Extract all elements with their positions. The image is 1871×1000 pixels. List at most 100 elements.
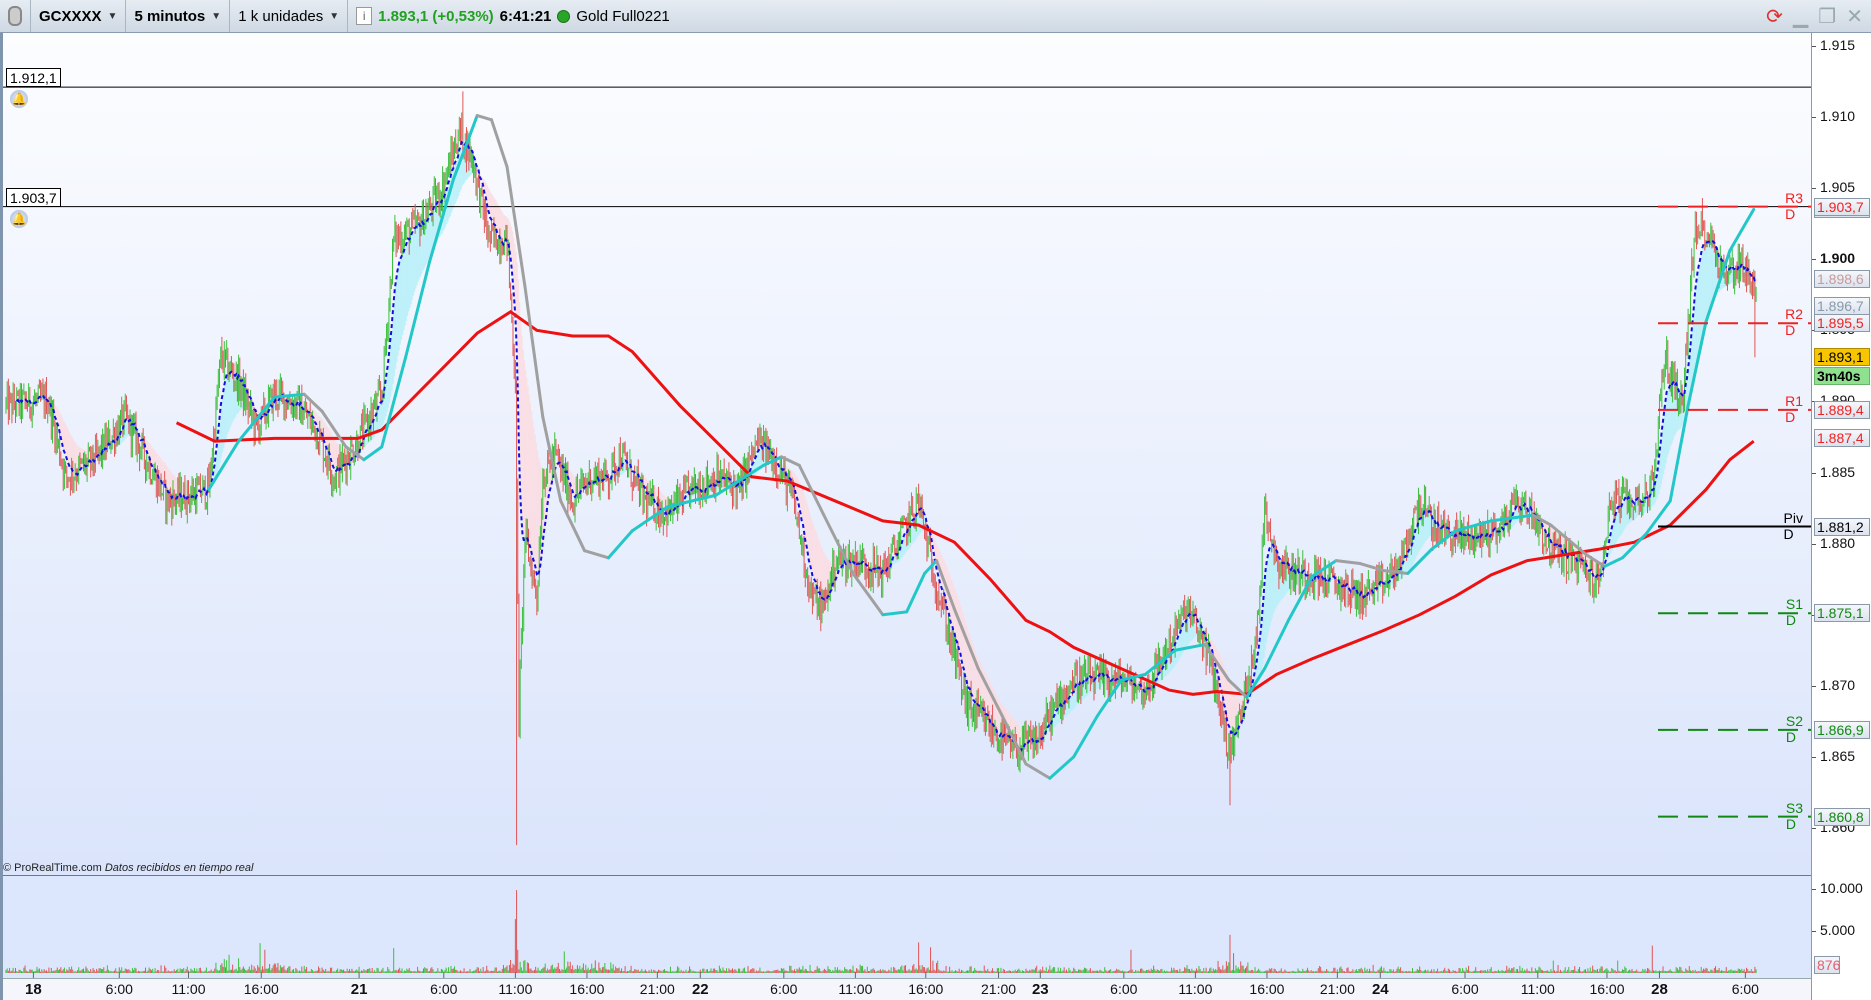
cloud-segment [68, 430, 70, 464]
cloud-segment [1707, 242, 1709, 317]
cloud-segment [518, 301, 521, 452]
trend-moving-average-segment [475, 114, 494, 122]
time-tick-label: 16:00 [908, 981, 944, 997]
cloud-segment [996, 694, 998, 730]
bell-icon[interactable]: 🔔 [10, 209, 28, 228]
close-button[interactable]: ✕ [1846, 4, 1863, 29]
volume-panel[interactable] [3, 875, 1811, 978]
cloud-segment [1266, 559, 1269, 637]
trend-moving-average-segment [1620, 532, 1648, 560]
pivot-price-badge: 1.895,5 [1814, 314, 1870, 333]
cloud-segment [512, 237, 515, 285]
cloud-segment [1657, 474, 1659, 498]
cloud-segment [429, 215, 431, 256]
link-icon [8, 6, 22, 26]
cloud-segment [1229, 684, 1232, 729]
cloud-segment [811, 519, 813, 571]
cloud-segment [521, 335, 523, 517]
refresh-icon[interactable]: ⟳ [1766, 4, 1783, 29]
cloud-segment [1262, 613, 1264, 665]
cloud-segment [514, 243, 516, 301]
trend-moving-average-segment [490, 118, 509, 169]
cloud-segment [1265, 567, 1268, 643]
cloud-segment [901, 542, 904, 558]
alarm-price-label[interactable]: 1.912,1 [6, 68, 61, 88]
time-tick-label: 16:00 [569, 981, 605, 997]
cloud-segment [417, 224, 419, 282]
bell-icon[interactable]: 🔔 [10, 90, 28, 109]
cloud-segment [522, 349, 524, 535]
trend-moving-average-segment [1334, 559, 1362, 566]
volume-tick-label: 10.000 [1812, 880, 1863, 897]
cloud-segment [526, 377, 528, 539]
time-tick-label: 6:00 [1110, 981, 1138, 997]
cloud-segment [1616, 511, 1618, 541]
trend-moving-average-segment [1453, 519, 1493, 533]
cloud-segment [489, 190, 491, 214]
minimize-button[interactable]: ▁ [1793, 4, 1808, 29]
cloud-segment [1271, 545, 1274, 618]
timeframe-label: 5 minutos [134, 7, 206, 25]
time-tick-label: 11:00 [498, 981, 533, 997]
trend-moving-average-segment [630, 505, 670, 533]
cloud-segment [528, 394, 530, 543]
pivot-label: S3 D [1785, 799, 1803, 832]
price-axis[interactable]: 1.9151.9101.9051.9001.8951.8901.8851.880… [1811, 33, 1871, 1000]
time-tick-label: 16:00 [1249, 981, 1285, 997]
cloud-segment [1270, 547, 1272, 622]
price-tick-label: 1.885 [1811, 463, 1856, 480]
cloud-segment [753, 461, 756, 476]
cloud-segment [386, 373, 388, 412]
cloud-segment [532, 419, 534, 557]
current-volume-badge: 876 [1814, 955, 1840, 974]
timeframe-selector[interactable]: 5 minutos ▼ [126, 0, 231, 32]
cloud-segment [1073, 692, 1075, 709]
cloud-segment [1210, 640, 1213, 648]
trend-moving-average-segment [583, 549, 610, 560]
pivot-label: S2 D [1785, 712, 1803, 745]
cloud-segment [380, 402, 382, 427]
cloud-segment [69, 432, 71, 466]
cloud-segment [1705, 242, 1708, 321]
cloud-segment [485, 182, 487, 197]
alarm-price-label[interactable]: 1.903,7 [6, 187, 61, 207]
price-chart[interactable]: 1.912,1 🔔 1.903,7 🔔 R3 D R2 D R1 D Piv D S1 D S2… [3, 33, 1811, 875]
cloud-segment [801, 489, 803, 522]
link-toggle[interactable] [0, 0, 31, 32]
credit-line: © ProRealTime.com Datos recibidos en tie… [3, 862, 253, 874]
cloud-segment [1259, 638, 1262, 676]
cloud-segment [1413, 536, 1416, 562]
time-tick-label: 24 [1371, 981, 1389, 998]
instrument-selector[interactable]: GCXXXX ▼ [31, 0, 127, 32]
units-label: 1 k unidades [238, 7, 324, 25]
cloud-segment [1695, 289, 1697, 371]
cloud-segment [1221, 660, 1223, 692]
cloud-segment [167, 466, 169, 490]
cloud-segment [1516, 506, 1518, 522]
time-tick-label: 21:00 [639, 981, 675, 997]
cloud-segment [535, 442, 537, 570]
cloud-segment [405, 246, 407, 321]
cloud-segment [1622, 503, 1624, 532]
info-icon[interactable]: i [356, 7, 373, 25]
units-selector[interactable]: 1 k unidades ▼ [230, 0, 349, 32]
time-tick-label: 16:00 [1589, 981, 1625, 997]
cloud-segment [145, 439, 147, 450]
cloud-segment [813, 526, 815, 579]
credit-brand: © ProRealTime.com [3, 862, 102, 874]
restore-button[interactable]: ❐ [1818, 4, 1836, 29]
pivot-label: R2 D [1785, 306, 1803, 339]
cloud-segment [1612, 523, 1615, 549]
cloud-segment [523, 360, 526, 541]
cloud-segment [381, 401, 384, 426]
cloud-segment [378, 407, 380, 431]
cloud-segment [1261, 628, 1263, 671]
cloud-segment [62, 417, 64, 444]
cloud-segment [1070, 696, 1072, 713]
cloud-segment [807, 507, 809, 554]
cloud-segment [965, 622, 967, 677]
time-axis[interactable]: 18 6:00 11:00 16:00 21 6:00 11:00 16:00 21:00 22 6… [3, 978, 1811, 1000]
cloud-segment [66, 427, 69, 460]
cloud-segment [1159, 672, 1161, 682]
pivot-label: R3 D [1785, 189, 1803, 222]
